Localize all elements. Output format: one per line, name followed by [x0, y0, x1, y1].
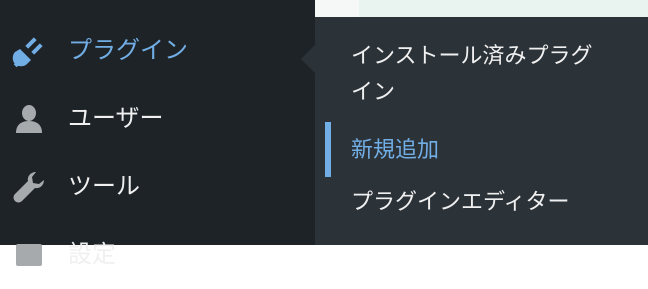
wrench-icon	[12, 170, 46, 204]
plugins-submenu: インストール済みプラグイン 新規追加 プラグインエディター	[301, 17, 648, 245]
admin-sidebar: プラグイン ユーザー ツール 設定	[0, 17, 315, 268]
top-strip-content	[359, 0, 648, 17]
current-item-marker	[325, 122, 331, 177]
sidebar-item-label: ツール	[68, 172, 140, 200]
top-strip-white	[315, 0, 359, 17]
top-strip	[0, 0, 648, 17]
sidebar-item-label: プラグイン	[68, 36, 188, 64]
sidebar-item-plugins[interactable]: プラグイン	[0, 17, 315, 85]
user-icon	[12, 102, 46, 136]
settings-icon	[12, 238, 46, 272]
top-strip-dark	[0, 0, 315, 17]
sidebar-item-label: ユーザー	[68, 104, 164, 132]
submenu-plugin-editor[interactable]: プラグインエディター	[351, 185, 611, 221]
sidebar-item-settings[interactable]: 設定	[0, 221, 315, 289]
plug-icon	[12, 34, 46, 68]
sidebar-item-users[interactable]: ユーザー	[0, 85, 315, 153]
submenu-installed-plugins[interactable]: インストール済みプラグイン	[351, 39, 611, 111]
sidebar-item-label: 設定	[68, 240, 116, 268]
submenu-add-new[interactable]: 新規追加	[351, 133, 611, 169]
submenu-pointer	[301, 45, 315, 73]
sidebar-item-tools[interactable]: ツール	[0, 153, 315, 221]
